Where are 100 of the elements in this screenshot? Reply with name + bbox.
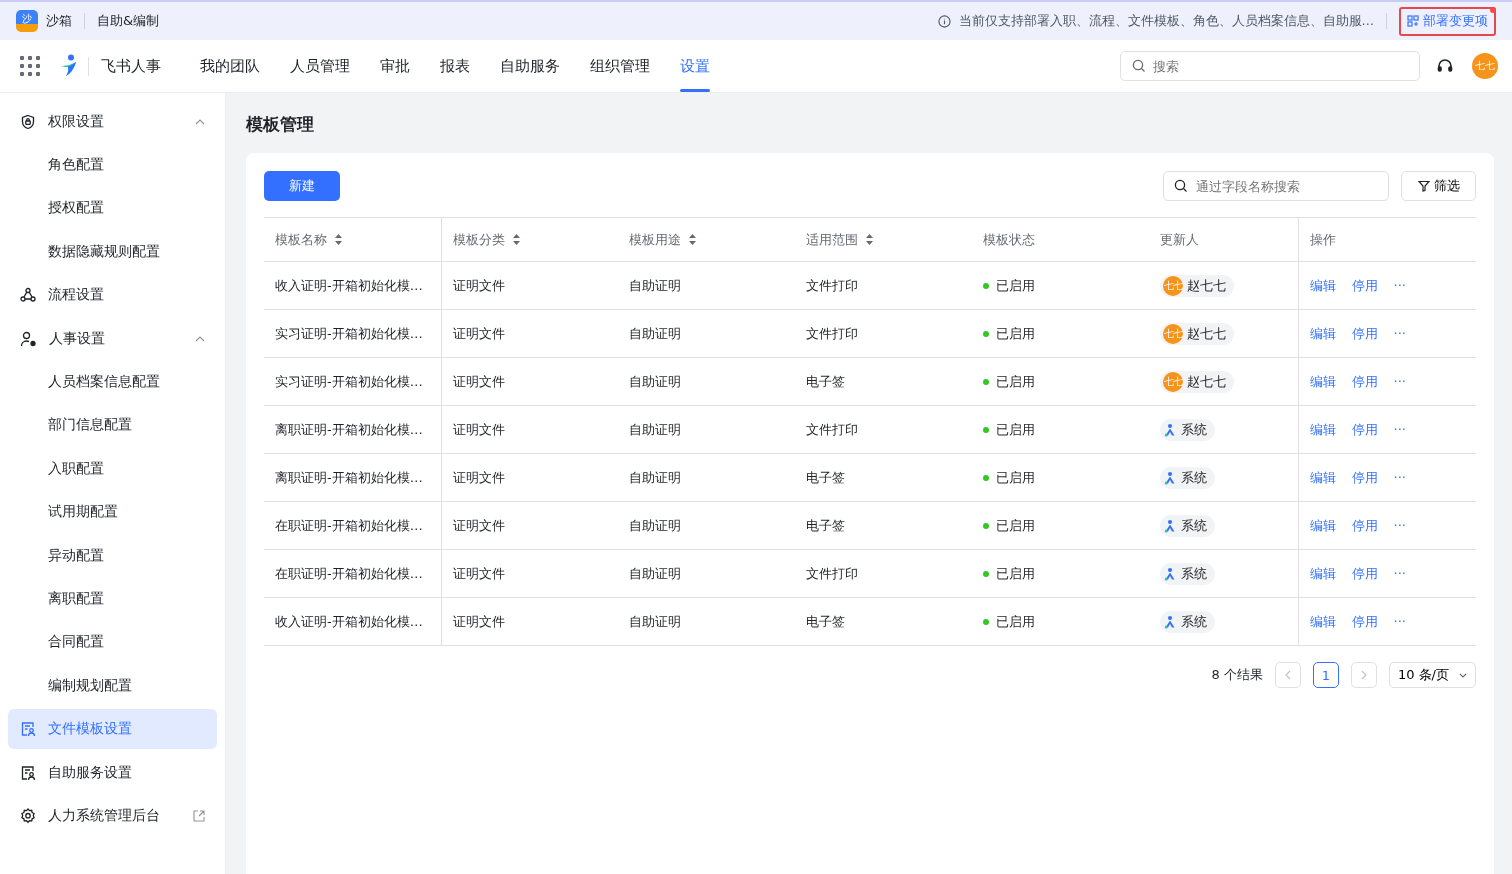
- page-button[interactable]: 1: [1312, 662, 1339, 688]
- user-avatar: 七七: [1163, 371, 1183, 392]
- headset-icon[interactable]: [1436, 57, 1454, 75]
- sidebar-item[interactable]: 人事设置: [8, 318, 217, 359]
- column-header: 更新人: [1160, 230, 1199, 249]
- status-text: 已启用: [996, 612, 1035, 631]
- chevron-up-icon[interactable]: [195, 335, 205, 342]
- more-button[interactable]: ···: [1393, 468, 1406, 487]
- status-text: 已启用: [996, 420, 1035, 439]
- more-button[interactable]: ···: [1393, 420, 1406, 439]
- sidebar-item[interactable]: 流程设置: [8, 275, 217, 315]
- status-text: 已启用: [996, 516, 1035, 535]
- user-avatar[interactable]: 七七: [1472, 53, 1498, 79]
- status-text: 已启用: [996, 276, 1035, 295]
- action-link[interactable]: 编辑: [1309, 612, 1336, 631]
- sidebar-item[interactable]: 入职配置: [8, 449, 217, 489]
- table-cell: 自助证明: [629, 325, 681, 341]
- sidebar-item[interactable]: 人员档案信息配置: [8, 362, 217, 402]
- table-cell: 证明文件: [452, 325, 505, 341]
- filter-button[interactable]: 筛选: [1401, 171, 1476, 201]
- sidebar-item[interactable]: 离职配置: [8, 579, 217, 619]
- action-link[interactable]: 停用: [1351, 564, 1378, 583]
- chevron-up-icon[interactable]: [195, 118, 205, 125]
- sidebar-item[interactable]: 人力系统管理后台: [8, 796, 217, 836]
- sort-icon[interactable]: [335, 234, 342, 245]
- status-text: 已启用: [996, 564, 1035, 583]
- table-cell: 实习证明-开箱初始化模…: [275, 373, 423, 389]
- shield-icon: [20, 113, 36, 130]
- nav-tab[interactable]: 组织管理: [590, 40, 650, 92]
- action-link[interactable]: 编辑: [1309, 324, 1336, 343]
- document-person-icon: [20, 764, 36, 781]
- action-link[interactable]: 停用: [1351, 420, 1378, 439]
- status-dot: [983, 330, 989, 337]
- search-icon: [1132, 59, 1146, 73]
- search-field[interactable]: 通过字段名称搜索: [1163, 171, 1389, 201]
- table-cell: 证明文件: [452, 565, 505, 581]
- action-link[interactable]: 停用: [1351, 516, 1378, 535]
- system-icon: [1163, 566, 1177, 581]
- sort-icon[interactable]: [689, 234, 696, 245]
- more-button[interactable]: ···: [1393, 324, 1406, 343]
- nav-tab[interactable]: 报表: [440, 40, 470, 92]
- nav-tab[interactable]: 自助服务: [500, 40, 560, 92]
- sidebar-item[interactable]: 试用期配置: [8, 492, 217, 532]
- sidebar-item[interactable]: 文件模板设置: [8, 709, 217, 749]
- sort-icon[interactable]: [512, 234, 520, 245]
- external-link-icon[interactable]: [193, 809, 205, 822]
- table-cell: 自助证明: [629, 517, 681, 533]
- action-link[interactable]: 编辑: [1309, 564, 1336, 583]
- action-link[interactable]: 停用: [1351, 276, 1378, 295]
- status-dot: [983, 474, 989, 481]
- sidebar-item[interactable]: 角色配置: [8, 145, 217, 185]
- table-cell: 自助证明: [629, 565, 681, 581]
- more-button[interactable]: ···: [1393, 372, 1406, 391]
- table-cell: 实习证明-开箱初始化模…: [275, 325, 423, 341]
- table-cell: 电子签: [806, 469, 845, 485]
- app-grid-icon[interactable]: [20, 56, 40, 76]
- action-link[interactable]: 停用: [1351, 612, 1378, 631]
- sidebar-item[interactable]: 部门信息配置: [8, 405, 217, 446]
- more-button[interactable]: ···: [1393, 516, 1406, 535]
- action-link[interactable]: 编辑: [1309, 516, 1336, 535]
- table-cell: 自助证明: [629, 421, 681, 437]
- search-field[interactable]: 搜索: [1120, 51, 1420, 81]
- column-header: 适用范围: [806, 230, 858, 249]
- action-link[interactable]: 停用: [1351, 372, 1378, 391]
- product-name: 飞书人事: [88, 56, 161, 76]
- table-cell: 收入证明-开箱初始化模…: [275, 277, 423, 293]
- nav-tab[interactable]: 我的团队: [200, 40, 260, 92]
- page-size-select[interactable]: 10 条/页: [1388, 662, 1476, 688]
- sidebar-item[interactable]: 合同配置: [8, 622, 217, 663]
- more-button[interactable]: ···: [1393, 276, 1406, 295]
- new-button[interactable]: 新建: [264, 171, 340, 201]
- table-cell: 收入证明-开箱初始化模…: [275, 613, 423, 629]
- table-cell: 电子签: [806, 373, 845, 389]
- sidebar-item[interactable]: 授权配置: [8, 188, 217, 229]
- status-dot: [983, 570, 989, 577]
- table-cell: 电子签: [806, 517, 845, 533]
- more-button[interactable]: ···: [1393, 564, 1406, 583]
- sidebar-item[interactable]: 数据隐藏规则配置: [8, 232, 217, 272]
- nav-tab[interactable]: 人员管理: [290, 40, 350, 92]
- sidebar-item[interactable]: 异动配置: [8, 535, 217, 576]
- more-button[interactable]: ···: [1393, 612, 1406, 631]
- action-link[interactable]: 编辑: [1309, 372, 1336, 391]
- status-dot: [983, 522, 989, 529]
- sidebar-item[interactable]: 权限设置: [8, 102, 217, 142]
- action-link[interactable]: 停用: [1351, 324, 1378, 343]
- deploy-changes-button[interactable]: 部署变更项: [1399, 6, 1496, 36]
- action-link[interactable]: 编辑: [1309, 420, 1336, 439]
- filter-icon: [1417, 180, 1430, 192]
- nav-tab[interactable]: 审批: [380, 40, 410, 92]
- nav-tab[interactable]: 设置: [680, 40, 710, 92]
- table-cell: 证明文件: [452, 613, 505, 629]
- table-cell: 证明文件: [452, 469, 505, 485]
- action-link[interactable]: 编辑: [1309, 468, 1336, 487]
- user-avatar: 七七: [1163, 275, 1183, 296]
- sidebar-item[interactable]: 自助服务设置: [8, 752, 217, 793]
- status-text: 已启用: [996, 324, 1035, 343]
- sort-icon[interactable]: [866, 234, 873, 245]
- action-link[interactable]: 停用: [1351, 468, 1378, 487]
- action-link[interactable]: 编辑: [1309, 276, 1336, 295]
- sidebar-item[interactable]: 编制规划配置: [8, 666, 217, 706]
